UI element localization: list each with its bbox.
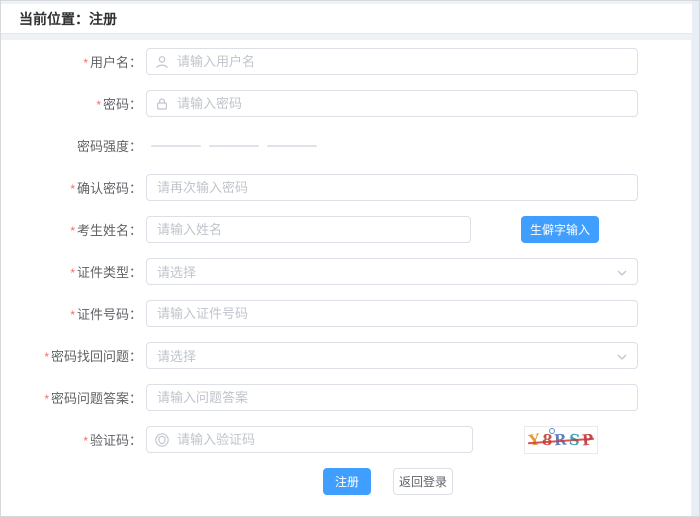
chevron-down-icon [617, 263, 627, 281]
register-form: *用户名： *密码： 密码强度： [1, 40, 691, 516]
required-asterisk: * [83, 56, 88, 70]
required-asterisk: * [44, 392, 49, 406]
password-label: *密码： [1, 94, 142, 113]
password-strength-label: 密码强度： [1, 136, 142, 155]
strength-bar [267, 145, 317, 147]
breadcrumb: 当前位置：注册 [1, 4, 699, 34]
id-type-placeholder: 请选择 [157, 262, 196, 281]
candidate-name-label: *考生姓名： [1, 220, 142, 239]
rare-character-input-button[interactable]: 生僻字输入 [521, 216, 599, 243]
scrollbar[interactable] [692, 1, 699, 516]
captcha-char: S [568, 430, 581, 449]
recovery-question-label: *密码找回问题： [1, 346, 142, 365]
strength-bar [209, 145, 259, 147]
captcha-label: *验证码： [1, 430, 142, 449]
confirm-password-label: *确认密码： [1, 178, 142, 197]
required-asterisk: * [70, 224, 75, 238]
form-row-captcha: *验证码： Y 8 R S P [1, 426, 691, 453]
recovery-question-placeholder: 请选择 [157, 346, 196, 365]
form-row-id-type: *证件类型： 请选择 [1, 258, 691, 285]
candidate-name-input[interactable] [146, 216, 471, 243]
captcha-char: 8 [541, 430, 553, 449]
captcha-input[interactable] [146, 426, 473, 453]
form-row-password-strength: 密码强度： [1, 132, 691, 159]
form-row-username: *用户名： [1, 48, 691, 75]
form-row-question-answer: *密码问题答案： [1, 384, 691, 411]
register-button[interactable]: 注册 [323, 468, 371, 495]
required-asterisk: * [70, 266, 75, 280]
recovery-question-select[interactable]: 请选择 [146, 342, 638, 369]
form-row-confirm-password: *确认密码： [1, 174, 691, 201]
username-label: *用户名： [1, 52, 142, 71]
form-row-candidate-name: *考生姓名： 生僻字输入 [1, 216, 691, 243]
username-input[interactable] [146, 48, 638, 75]
password-input[interactable] [146, 90, 638, 117]
question-answer-input[interactable] [146, 384, 638, 411]
back-to-login-button[interactable]: 返回登录 [393, 468, 453, 495]
question-answer-label: *密码问题答案： [1, 388, 142, 407]
password-strength-meter [151, 145, 325, 147]
required-asterisk: * [96, 98, 101, 112]
form-row-recovery-question: *密码找回问题： 请选择 [1, 342, 691, 369]
required-asterisk: * [83, 434, 88, 448]
required-asterisk: * [44, 350, 49, 364]
confirm-password-input[interactable] [146, 174, 638, 201]
page-title: 当前位置：注册 [19, 9, 117, 29]
id-type-select[interactable]: 请选择 [146, 258, 638, 285]
required-asterisk: * [70, 182, 75, 196]
chevron-down-icon [617, 347, 627, 365]
id-type-label: *证件类型： [1, 262, 142, 281]
captcha-image[interactable]: Y 8 R S P [524, 426, 598, 454]
lock-icon [155, 97, 169, 111]
id-number-label: *证件号码： [1, 304, 142, 323]
shield-icon [155, 433, 169, 447]
required-asterisk: * [70, 308, 75, 322]
register-page: 当前位置：注册 *用户名： *密码： 密码强度： [0, 0, 700, 517]
captcha-char: R [554, 430, 568, 449]
form-row-password: *密码： [1, 90, 691, 117]
captcha-char: Y [528, 430, 541, 449]
id-number-input[interactable] [146, 300, 638, 327]
captcha-char: P [581, 430, 594, 449]
user-icon [155, 55, 169, 69]
form-row-id-number: *证件号码： [1, 300, 691, 327]
strength-bar [151, 145, 201, 147]
form-actions: 注册 返回登录 [1, 468, 691, 495]
